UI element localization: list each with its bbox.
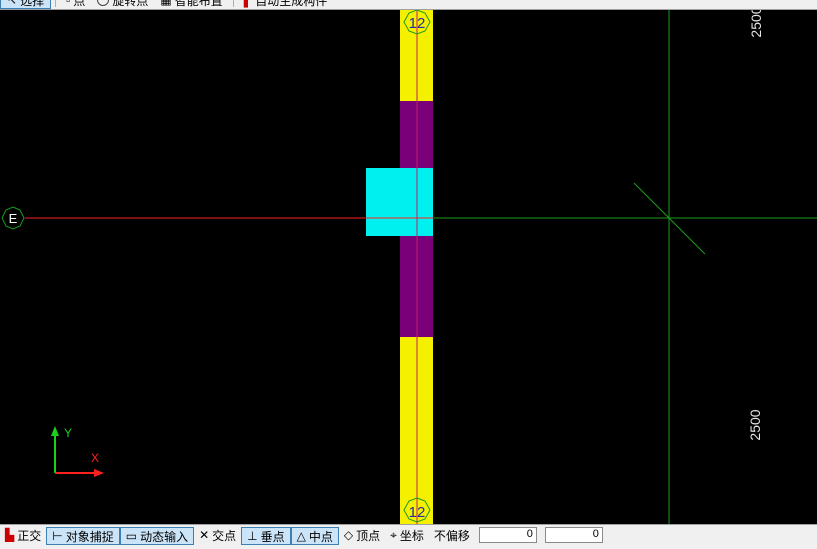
ortho-toggle[interactable]: ▙ 正交 [0, 527, 46, 543]
x-coordinate-input[interactable]: 0 [478, 527, 537, 543]
point-icon: ▫ [66, 0, 71, 7]
dynamic-input-label: 动态输入 [140, 529, 189, 544]
axis-bubble-e-label: E [9, 211, 18, 226]
osnap-label: 对象捕捉 [65, 529, 114, 544]
toolbar-divider [232, 0, 234, 7]
perpendicular-label: 垂点 [260, 529, 285, 544]
smart-layout-icon: ▦ [160, 0, 172, 7]
dimension-top-right: 2500 [748, 10, 764, 38]
intersection-label: 交点 [212, 528, 237, 543]
perpendicular-icon: ⊥ [247, 529, 258, 543]
vertex-label: 顶点 [356, 528, 381, 543]
axis-bubble-12-top-label: 12 [409, 15, 426, 32]
axis-bubble-12-bottom-label: 12 [409, 504, 426, 521]
select-arrow-icon: ↖ [7, 0, 18, 7]
dynamic-input-toggle[interactable]: ▭ 动态输入 [119, 527, 195, 545]
x-value: 0 [526, 528, 533, 540]
drawing-canvas[interactable]: E 12 12 2500 2500 Y X [0, 10, 817, 524]
offset-select[interactable]: 不偏移 [429, 527, 475, 543]
coordinate-label: 坐标 [399, 528, 424, 543]
perpendicular-toggle[interactable]: ⊥ 垂点 [241, 527, 291, 545]
rotate-point-label: 旋转点 [112, 0, 149, 8]
midpoint-label: 中点 [308, 529, 333, 544]
rotate-point-icon [97, 0, 110, 6]
rotate-point-button[interactable]: 旋转点 [91, 0, 154, 8]
y-value: 0 [592, 528, 599, 540]
ucs-y-label: Y [64, 426, 72, 440]
no-offset-label: 不偏移 [433, 528, 470, 543]
vertex-icon: ◇ [343, 528, 354, 542]
auto-generate-button[interactable]: ▌ 自动生成构件 [238, 0, 334, 8]
point-button[interactable]: ▫ 点 [60, 0, 91, 8]
dimension-bottom-right: 2500 [747, 409, 763, 440]
osnap-icon: ⊢ [52, 529, 63, 543]
auto-generate-label: 自动生成构件 [255, 0, 328, 8]
coordinate-icon: ⌖ [390, 527, 397, 542]
intersection-toggle[interactable]: ✕ 交点 [194, 527, 241, 543]
y-coordinate-input[interactable]: 0 [544, 527, 603, 543]
status-toolbar: ▙ 正交 ⊢ 对象捕捉 ▭ 动态输入 ✕ 交点 ⊥ 垂点 △ 中点 ◇ 顶点 ⌖… [0, 524, 817, 549]
coordinate-toggle[interactable]: ⌖ 坐标 [385, 527, 429, 543]
select-button[interactable]: ↖ 选择 [0, 0, 52, 9]
vertex-toggle[interactable]: ◇ 顶点 [339, 527, 385, 543]
axis-bubble-e: E [1, 206, 25, 230]
point-label: 点 [73, 0, 86, 8]
smart-layout-label: 智能布置 [174, 0, 223, 8]
dynamic-input-icon: ▭ [125, 529, 138, 543]
select-label: 选择 [20, 0, 45, 8]
auto-generate-icon: ▌ [243, 0, 253, 7]
top-toolbar: ↖ 选择 ▫ 点 旋转点 ▦ 智能布置 ▌ 自动生成构件 [0, 0, 817, 10]
osnap-toggle[interactable]: ⊢ 对象捕捉 [46, 527, 120, 545]
ortho-icon: ▙ [5, 528, 15, 542]
ucs-x-label: X [91, 451, 99, 465]
toolbar-divider [55, 0, 57, 7]
midpoint-icon: △ [296, 529, 306, 543]
midpoint-toggle[interactable]: △ 中点 [290, 527, 339, 545]
smart-layout-button[interactable]: ▦ 智能布置 [154, 0, 228, 8]
column-rect[interactable] [366, 168, 433, 236]
ortho-label: 正交 [17, 528, 42, 543]
intersection-icon: ✕ [199, 528, 210, 542]
